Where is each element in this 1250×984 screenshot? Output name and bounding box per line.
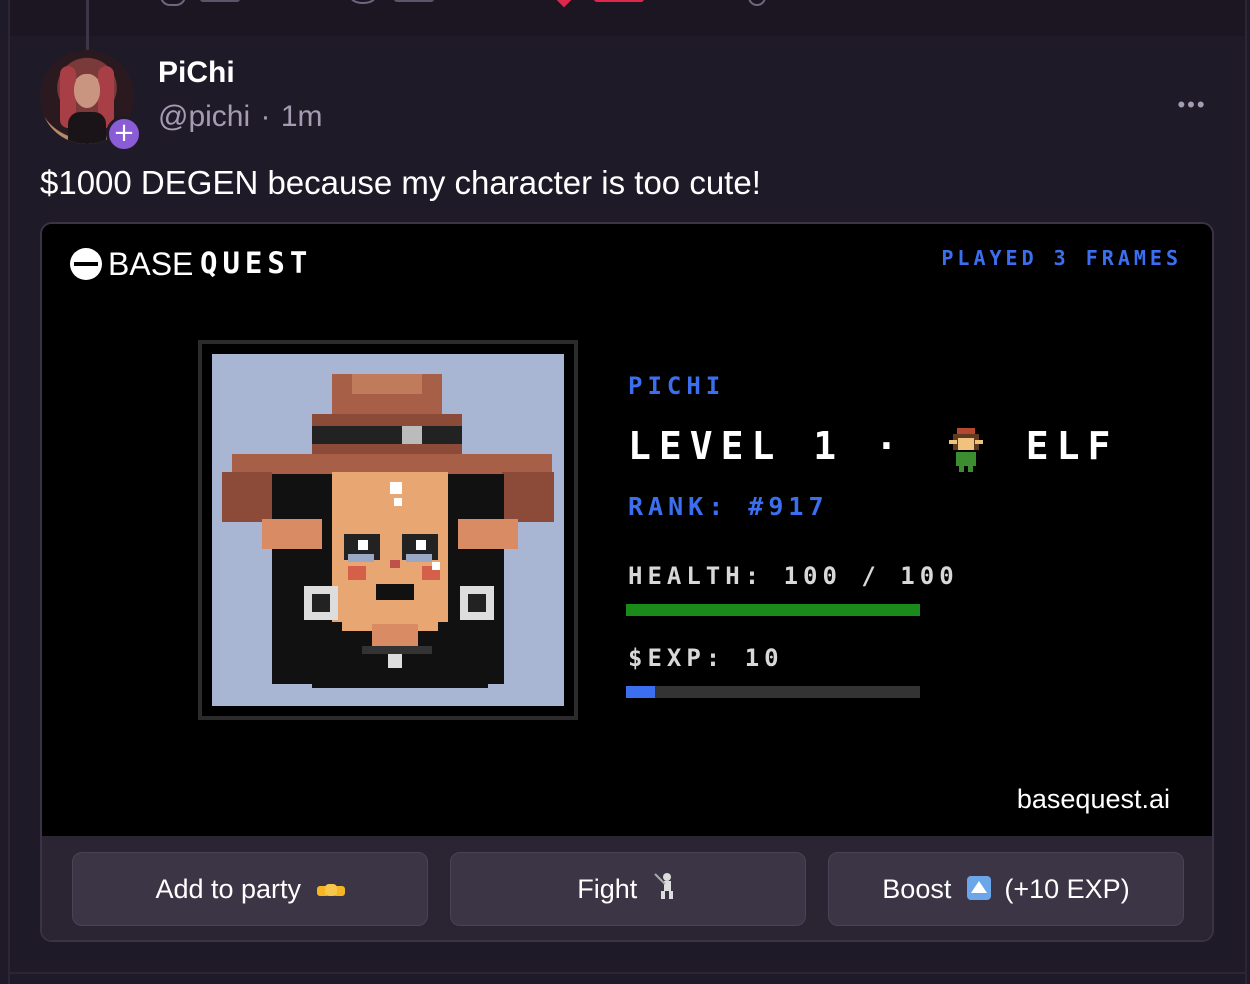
logo-quest-text: QUEST bbox=[200, 246, 313, 280]
played-frames: PLAYED 3 FRAMES bbox=[941, 246, 1182, 270]
elf-icon bbox=[947, 426, 985, 472]
right-border bbox=[1245, 0, 1247, 984]
like-count bbox=[594, 0, 644, 2]
health-bar-fill bbox=[626, 604, 920, 616]
recast-count bbox=[394, 0, 434, 2]
author-meta: @pichi · 1m bbox=[158, 100, 323, 134]
site-url: basequest.ai bbox=[1016, 784, 1170, 814]
health-bar bbox=[626, 604, 920, 616]
boost-label: Boost bbox=[882, 874, 952, 904]
exp-text: $EXP: 10 bbox=[628, 644, 784, 672]
frame-embed: BASE QUEST PLAYED 3 FRAMES PICHI LEVEL 1… bbox=[40, 222, 1214, 942]
frame-image[interactable]: BASE QUEST PLAYED 3 FRAMES PICHI LEVEL 1… bbox=[42, 224, 1212, 836]
fight-button[interactable]: Fight bbox=[450, 852, 806, 926]
boost-suffix: (+10 EXP) bbox=[1004, 874, 1130, 904]
elf-portrait-image bbox=[212, 354, 564, 706]
frame-buttons: Add to party Fight Boost (+10 EXP) bbox=[42, 836, 1212, 940]
left-border bbox=[8, 0, 10, 984]
reply-count bbox=[200, 0, 240, 2]
author-name[interactable]: PiChi bbox=[158, 56, 235, 90]
meta-separator: · bbox=[260, 100, 271, 133]
thread-line bbox=[86, 0, 89, 50]
class-name: ELF bbox=[1025, 424, 1119, 468]
follow-plus-icon[interactable]: + bbox=[106, 116, 142, 152]
heart-icon[interactable] bbox=[552, 0, 576, 8]
avatar-body bbox=[68, 112, 106, 144]
post-time[interactable]: 1m bbox=[281, 100, 323, 133]
level-separator: · bbox=[875, 424, 906, 468]
author-handle[interactable]: @pichi bbox=[158, 100, 250, 133]
level-row: LEVEL 1 · ELF bbox=[628, 424, 1118, 472]
add-to-party-label: Add to party bbox=[155, 874, 302, 904]
avatar-face bbox=[74, 74, 100, 108]
more-options-icon[interactable]: ••• bbox=[1172, 92, 1212, 118]
boost-button[interactable]: Boost (+10 EXP) bbox=[828, 852, 1184, 926]
exp-bar bbox=[626, 686, 920, 698]
level-label: LEVEL 1 bbox=[628, 424, 845, 468]
recast-icon[interactable] bbox=[350, 0, 376, 4]
exp-bar-fill bbox=[626, 686, 656, 698]
character-portrait bbox=[198, 340, 578, 720]
reply-icon[interactable] bbox=[160, 0, 186, 6]
fight-label: Fight bbox=[577, 874, 638, 904]
bookmark-icon[interactable] bbox=[748, 0, 766, 6]
character-name: PICHI bbox=[628, 372, 726, 400]
add-to-party-button[interactable]: Add to party bbox=[72, 852, 428, 926]
post-text: $1000 DEGEN because my character is too … bbox=[40, 164, 761, 201]
up-arrow-button-icon bbox=[966, 855, 991, 927]
bottom-border bbox=[10, 972, 1245, 974]
handshake-icon bbox=[316, 855, 345, 927]
fencer-icon bbox=[653, 855, 679, 927]
previous-post-actions bbox=[10, 0, 1245, 36]
rank: RANK: #917 bbox=[628, 492, 829, 521]
logo-base-text: BASE bbox=[108, 246, 194, 282]
health-text: HEALTH: 100 / 100 bbox=[628, 562, 959, 590]
base-logo-icon bbox=[70, 248, 102, 280]
